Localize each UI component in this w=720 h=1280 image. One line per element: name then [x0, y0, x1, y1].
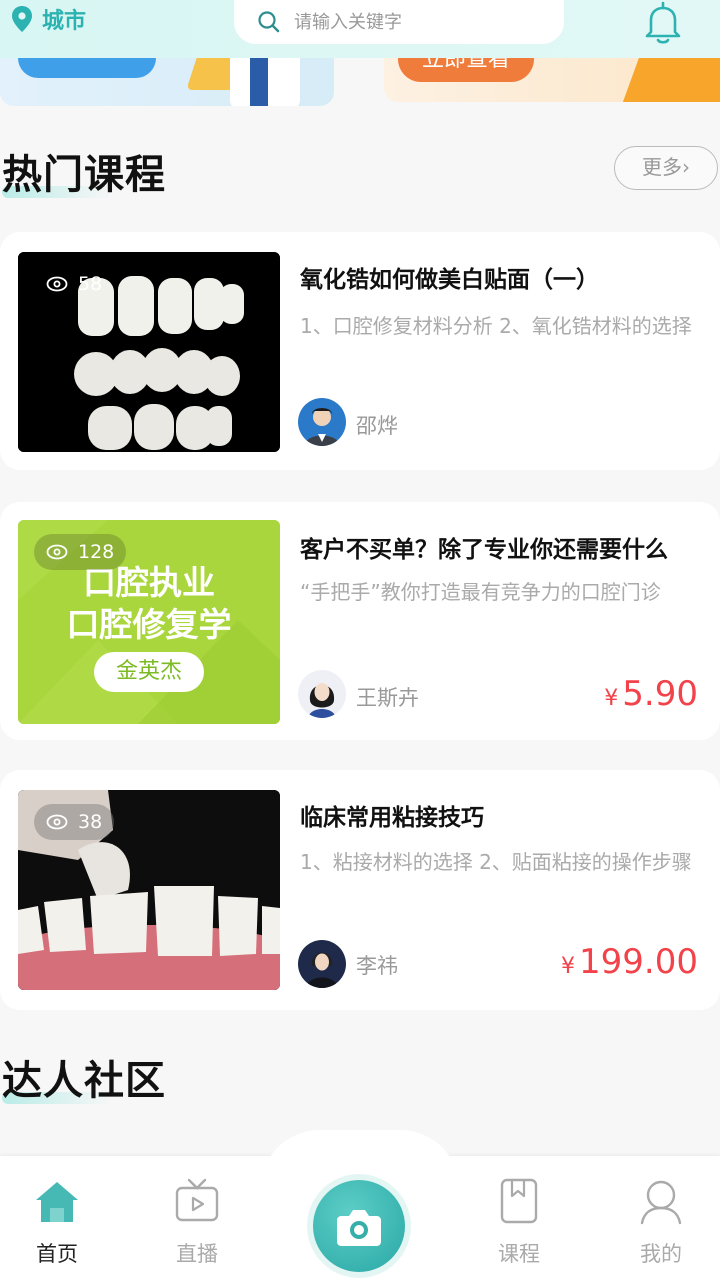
community-header: 达人社区	[0, 1048, 720, 1108]
course-card[interactable]: 38 临床常用粘接技巧 1、粘接材料的选择 2、贴面粘接的操作步骤 李祎 ¥19…	[0, 770, 720, 1010]
more-button[interactable]: 更多›	[614, 146, 718, 190]
section-title: 达人社区	[2, 1058, 166, 1104]
city-label: 城市	[42, 9, 87, 34]
search-bar[interactable]	[234, 0, 564, 44]
teacher-avatar	[298, 670, 346, 718]
course-title: 客户不买单？除了专业你还需要什么	[300, 537, 668, 563]
course-thumbnail: 58	[18, 252, 280, 452]
view-count: 128	[34, 534, 127, 570]
view-count: 58	[34, 266, 114, 302]
section-title: 热门课程	[2, 152, 166, 198]
search-input[interactable]	[294, 11, 534, 33]
teacher-name: 李祎	[356, 954, 398, 978]
view-count-value: 38	[78, 811, 103, 833]
course-thumbnail: 口腔执业 口腔修复学 金英杰 128	[18, 520, 280, 724]
course-price: ¥199.00	[561, 942, 698, 982]
view-count-value: 128	[78, 541, 115, 563]
tab-label: 首页	[36, 1242, 78, 1266]
course-card[interactable]: 58 氧化锆如何做美白贴面（一） 1、口腔修复材料分析 2、氧化锆材料的选择 邵…	[0, 232, 720, 470]
course-description: 1、粘接材料的选择 2、贴面粘接的操作步骤	[300, 850, 692, 874]
city-selector[interactable]: 城市	[10, 4, 86, 34]
course-title: 临床常用粘接技巧	[300, 805, 484, 831]
teacher-name: 王斯卉	[356, 686, 419, 710]
course-price: ¥5.90	[604, 674, 698, 714]
camera-icon	[337, 1210, 381, 1246]
user-icon	[640, 1180, 682, 1225]
price-value: 5.90	[622, 674, 698, 714]
tab-label: 课程	[498, 1242, 540, 1266]
view-count: 38	[34, 804, 115, 840]
thumbnail-name-tag: 金英杰	[94, 652, 204, 692]
course-title: 氧化锆如何做美白贴面（一）	[300, 267, 599, 293]
home-icon	[36, 1182, 78, 1222]
home-page: 立即查看 城市 热门课程 更多›	[0, 0, 720, 1280]
eye-icon	[46, 544, 68, 560]
currency-symbol: ¥	[604, 686, 619, 711]
tv-icon	[175, 1178, 219, 1222]
course-description: 1、口腔修复材料分析 2、氧化锆材料的选择	[300, 314, 692, 338]
tab-live[interactable]: 直播	[142, 1172, 252, 1272]
location-pin-icon	[12, 6, 32, 32]
course-card[interactable]: 口腔执业 口腔修复学 金英杰 128 客户不买单？除了专业你还需要什么 “手把手…	[0, 502, 720, 740]
book-icon	[500, 1178, 538, 1224]
price-value: 199.00	[579, 942, 698, 982]
bell-icon[interactable]	[640, 0, 686, 46]
course-thumbnail: 38	[18, 790, 280, 990]
hot-courses-header: 热门课程 更多›	[0, 142, 720, 202]
thumbnail-line2: 口腔修复学	[66, 605, 232, 644]
camera-button[interactable]	[313, 1180, 405, 1272]
teacher-name: 邵烨	[356, 414, 398, 438]
view-count-value: 58	[78, 273, 103, 295]
tab-courses[interactable]: 课程	[464, 1172, 574, 1272]
tab-label: 直播	[176, 1242, 218, 1266]
course-description: “手把手”教你打造最有竞争力的口腔门诊	[300, 580, 661, 604]
eye-icon	[46, 276, 68, 292]
tab-mine[interactable]: 我的	[606, 1172, 716, 1272]
eye-icon	[46, 814, 68, 830]
teacher-avatar	[298, 398, 346, 446]
thumbnail-headline: 口腔执业 口腔修复学	[18, 562, 280, 646]
tab-home[interactable]: 首页	[2, 1172, 112, 1272]
teacher-avatar	[298, 940, 346, 988]
currency-symbol: ¥	[561, 954, 576, 979]
banner-illustration	[250, 50, 268, 106]
tab-label: 我的	[640, 1242, 682, 1266]
search-icon	[258, 11, 280, 33]
top-bar: 城市	[0, 0, 720, 58]
